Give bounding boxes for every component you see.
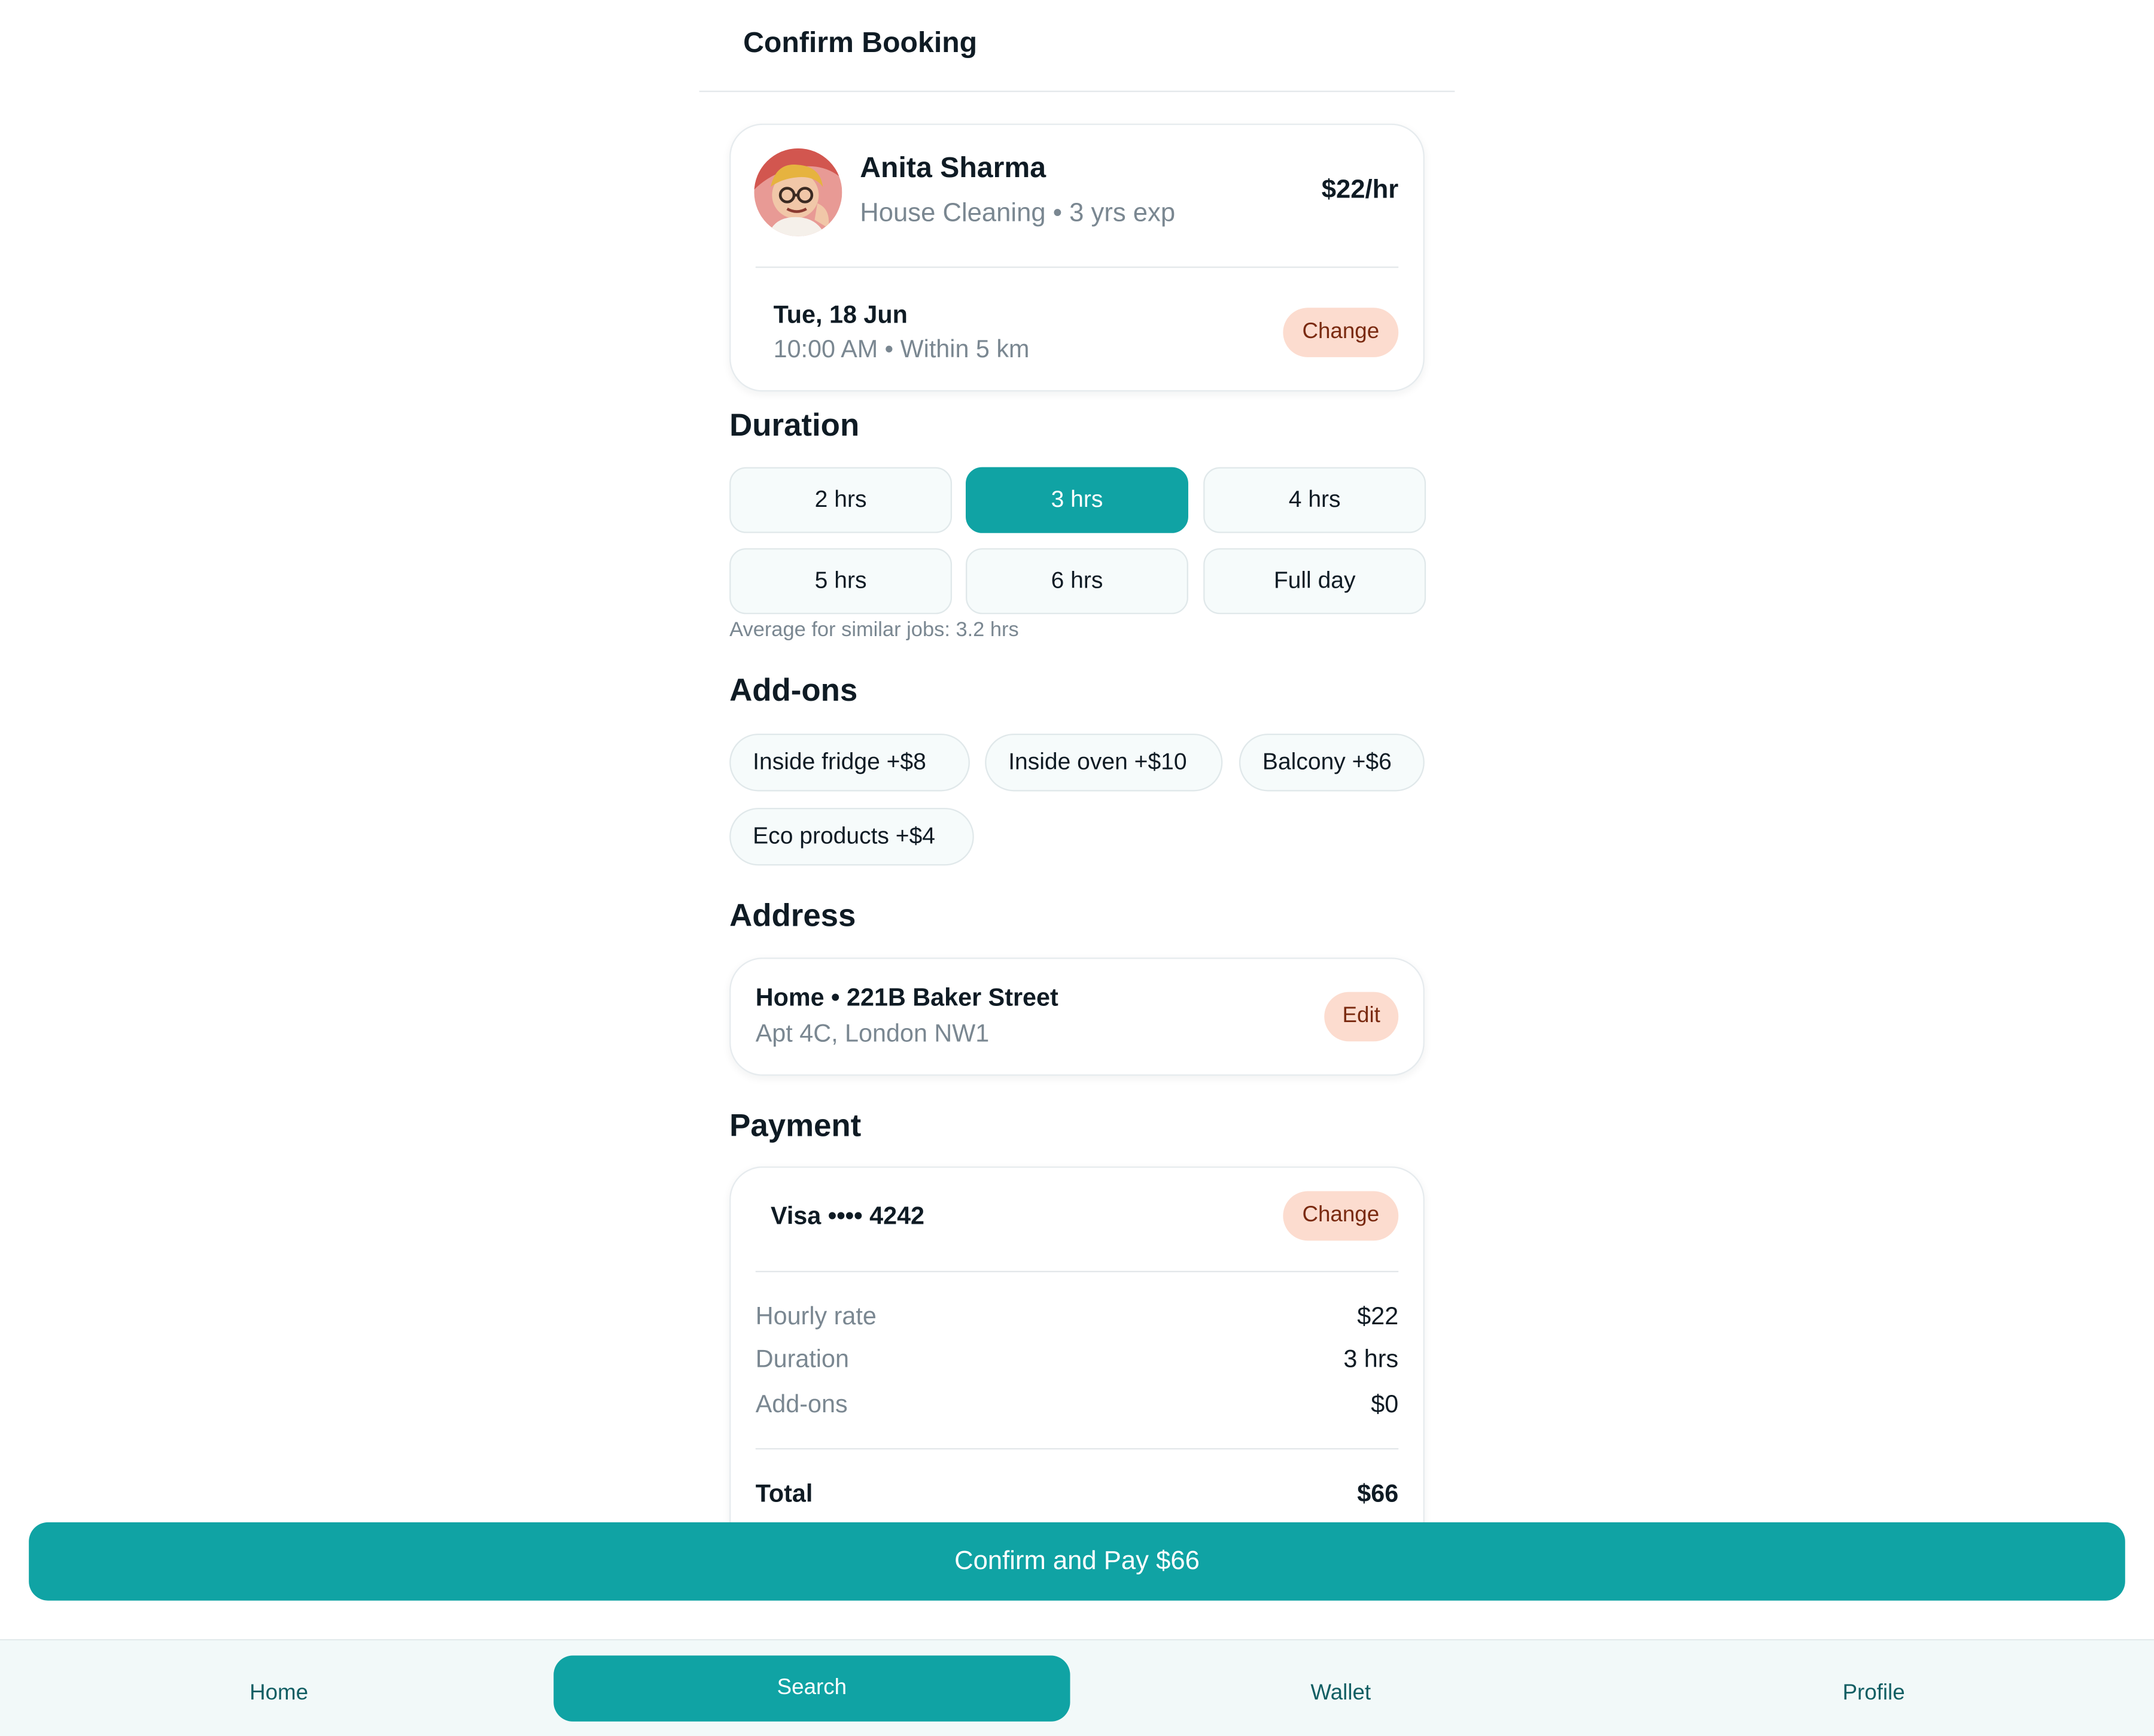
booking-time: 10:00 AM • Within 5 km xyxy=(773,335,1030,363)
duration-option-4hrs[interactable]: 4 hrs xyxy=(1203,467,1426,533)
provider-subtitle: House Cleaning • 3 yrs exp xyxy=(860,199,1176,229)
addon-inside-oven[interactable]: Inside oven +$10 xyxy=(985,734,1223,792)
provider-name: Anita Sharma xyxy=(860,152,1046,184)
avatar-image xyxy=(754,148,842,236)
duration-option-6hrs[interactable]: 6 hrs xyxy=(966,548,1188,615)
duration-hint: Average for similar jobs: 3.2 hrs xyxy=(729,618,1019,642)
header-divider xyxy=(699,90,1455,92)
duration-title: Duration xyxy=(729,406,860,443)
address-card xyxy=(729,957,1425,1076)
total-value: $66 xyxy=(1357,1479,1399,1507)
page-title: Confirm Booking xyxy=(743,27,978,59)
address-line1: Home • 221B Baker Street xyxy=(755,983,1058,1011)
nav-search[interactable]: Search xyxy=(553,1655,1070,1722)
edit-address-button[interactable]: Edit xyxy=(1324,992,1399,1042)
confirm-and-pay-button[interactable]: Confirm and Pay $66 xyxy=(29,1522,2125,1601)
avatar xyxy=(754,148,842,236)
summary-row-label: Hourly rate xyxy=(755,1302,877,1330)
duration-option-5hrs[interactable]: 5 hrs xyxy=(729,548,953,615)
change-payment-button[interactable]: Change xyxy=(1283,1191,1399,1241)
payment-divider xyxy=(755,1270,1399,1273)
addon-inside-fridge[interactable]: Inside fridge +$8 xyxy=(729,734,970,792)
addons-title: Add-ons xyxy=(729,671,858,708)
summary-row-label: Add-ons xyxy=(755,1390,848,1418)
booking-date: Tue, 18 Jun xyxy=(773,300,908,329)
summary-row-value: $0 xyxy=(1371,1390,1399,1418)
nav-home[interactable]: Home xyxy=(38,1661,519,1727)
duration-option-3hrs[interactable]: 3 hrs xyxy=(966,467,1188,533)
summary-row-label: Duration xyxy=(755,1345,849,1373)
change-datetime-button[interactable]: Change xyxy=(1283,308,1399,357)
duration-option-full-day[interactable]: Full day xyxy=(1203,548,1426,615)
nav-profile[interactable]: Profile xyxy=(1633,1661,2115,1727)
total-label: Total xyxy=(755,1479,813,1507)
summary-row-value: $22 xyxy=(1357,1302,1399,1330)
address-title: Address xyxy=(729,897,856,933)
addon-eco-products[interactable]: Eco products +$4 xyxy=(729,807,974,866)
payment-title: Payment xyxy=(729,1107,862,1144)
summary-row-value: 3 hrs xyxy=(1343,1345,1399,1373)
addon-balcony[interactable]: Balcony +$6 xyxy=(1239,734,1425,792)
nav-wallet[interactable]: Wallet xyxy=(1100,1661,1581,1727)
duration-option-2hrs[interactable]: 2 hrs xyxy=(729,467,953,533)
card-divider xyxy=(755,266,1399,268)
payment-method: Visa •••• 4242 xyxy=(771,1202,925,1230)
address-line2: Apt 4C, London NW1 xyxy=(755,1019,990,1047)
provider-rate: $22/hr xyxy=(1321,175,1399,205)
total-divider xyxy=(755,1448,1399,1450)
